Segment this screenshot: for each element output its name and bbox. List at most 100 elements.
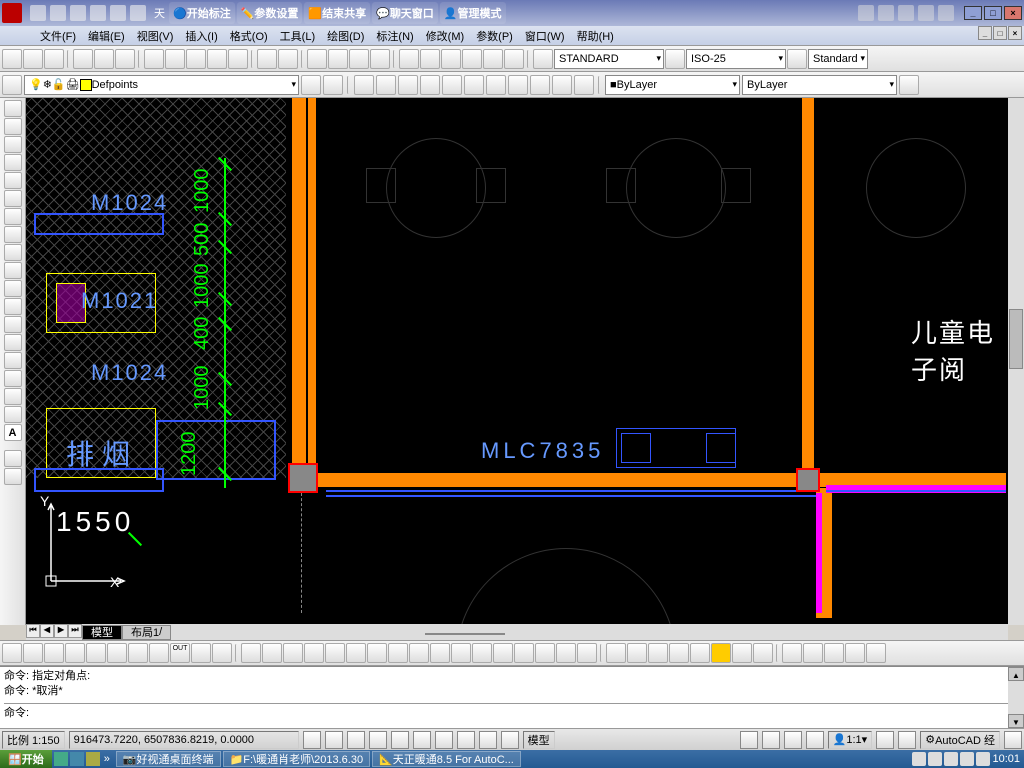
clock[interactable]: 10:01 [992,753,1020,765]
bt-icon[interactable] [648,643,668,663]
mdi-minimize-button[interactable]: _ [978,26,992,40]
bt-icon[interactable] [803,643,823,663]
menu-view[interactable]: 视图(V) [137,28,174,44]
plugin-start-annot[interactable]: 🔵 开始标注 [169,2,235,24]
layer-iso-icon[interactable] [301,75,321,95]
bt-icon[interactable] [23,643,43,663]
new-icon[interactable] [2,49,22,69]
bt-icon[interactable] [535,643,555,663]
gradient-icon[interactable] [4,370,22,387]
binoculars-icon[interactable] [858,5,874,21]
bt-icon[interactable] [514,643,534,663]
laymch-icon[interactable] [486,75,506,95]
dyn-toggle[interactable] [457,731,475,749]
plot-icon[interactable] [73,49,93,69]
mdi-close-button[interactable]: × [1008,26,1022,40]
menu-window[interactable]: 窗口(W) [525,28,565,44]
osnap-toggle[interactable] [391,731,409,749]
bt-icon[interactable] [409,643,429,663]
zoom-rt-icon[interactable] [328,49,348,69]
bt-icon[interactable] [782,643,802,663]
color-combo[interactable]: ■ ByLayer [605,75,740,95]
bt-icon[interactable] [493,643,513,663]
menu-help[interactable]: 帮助(H) [577,28,614,44]
tray-icon[interactable] [976,752,990,766]
space-toggle[interactable]: 模型 [523,731,555,749]
close-button[interactable]: × [1004,6,1022,20]
tab-last-icon[interactable]: ⏭ [68,624,82,638]
bt-icon[interactable] [866,643,886,663]
key-icon[interactable] [898,5,914,21]
system-tray[interactable]: 10:01 [908,752,1024,766]
qat-redo-icon[interactable] [110,5,126,21]
dim-style-combo[interactable]: ISO-25 [686,49,786,69]
quicklaunch-icon[interactable] [54,752,68,766]
hatch-icon[interactable] [4,352,22,369]
qcalc-icon[interactable] [504,49,524,69]
zoom-win-icon[interactable] [349,49,369,69]
open-icon[interactable] [23,49,43,69]
bt-icon[interactable] [65,643,85,663]
bt-icon[interactable] [304,643,324,663]
dcenter-icon[interactable] [420,49,440,69]
lwt-toggle[interactable] [479,731,497,749]
cut-icon[interactable] [144,49,164,69]
table-icon[interactable] [4,406,22,423]
layulk-icon[interactable] [464,75,484,95]
layer-props-icon[interactable] [2,75,22,95]
undo-icon[interactable] [257,49,277,69]
layfrz-icon[interactable] [354,75,374,95]
markup-icon[interactable] [483,49,503,69]
arc-icon[interactable] [4,190,22,207]
status-icon[interactable] [876,731,894,749]
start-button[interactable]: 🪟 开始 [0,750,52,768]
tray-icon[interactable] [928,752,942,766]
layer-prev-icon[interactable] [323,75,343,95]
textstyle-icon[interactable] [533,49,553,69]
model-tab[interactable]: 模型 [82,625,122,640]
task-button[interactable]: 📷 好视通桌面终端 [116,751,221,767]
quick-access-toolbar[interactable] [30,5,146,21]
bt-icon[interactable] [128,643,148,663]
xline-icon[interactable] [4,118,22,135]
bt-out-icon[interactable]: OUT [170,643,190,663]
quicklaunch-icon[interactable] [86,752,100,766]
ltype-icon[interactable] [899,75,919,95]
status-icon[interactable] [784,731,802,749]
menu-param[interactable]: 参数(P) [476,28,513,44]
bt-icon[interactable] [346,643,366,663]
otrack-toggle[interactable] [413,731,431,749]
bt-icon[interactable] [845,643,865,663]
bt-icon[interactable] [149,643,169,663]
tab-first-icon[interactable]: ⏮ [26,624,40,638]
polygon-icon[interactable] [4,154,22,171]
qat-print-icon[interactable] [130,5,146,21]
pline-icon[interactable] [4,136,22,153]
bt-icon[interactable] [107,643,127,663]
qp-toggle[interactable] [501,731,519,749]
insert-icon[interactable] [4,298,22,315]
status-icon[interactable] [806,731,824,749]
rect-icon[interactable] [4,172,22,189]
command-scrollbar[interactable]: ▲▼ [1008,667,1024,728]
text-style-combo[interactable]: STANDARD [554,49,664,69]
tab-next-icon[interactable]: ▶ [54,624,68,638]
menu-dim[interactable]: 标注(N) [376,28,413,44]
bt-icon[interactable] [753,643,773,663]
snap-toggle[interactable] [303,731,321,749]
copy-modify-icon[interactable] [4,468,22,485]
plugin-end-share[interactable]: 🟧 结束共享 [304,2,370,24]
bt-icon[interactable] [451,643,471,663]
scrollbar-thumb[interactable] [425,633,505,635]
quicklaunch-icon[interactable] [70,752,84,766]
tray-icon[interactable] [944,752,958,766]
spline-icon[interactable] [4,244,22,261]
bt-icon[interactable] [2,643,22,663]
star-icon[interactable] [918,5,934,21]
copy-icon[interactable] [165,49,185,69]
bt-icon[interactable] [44,643,64,663]
drawing-canvas[interactable]: M1024 M1021 M1024 排烟 MLC7835 儿童电子阅 1000 … [26,98,1008,625]
laylck-icon[interactable] [442,75,462,95]
publish-icon[interactable] [115,49,135,69]
laythw-icon[interactable] [376,75,396,95]
